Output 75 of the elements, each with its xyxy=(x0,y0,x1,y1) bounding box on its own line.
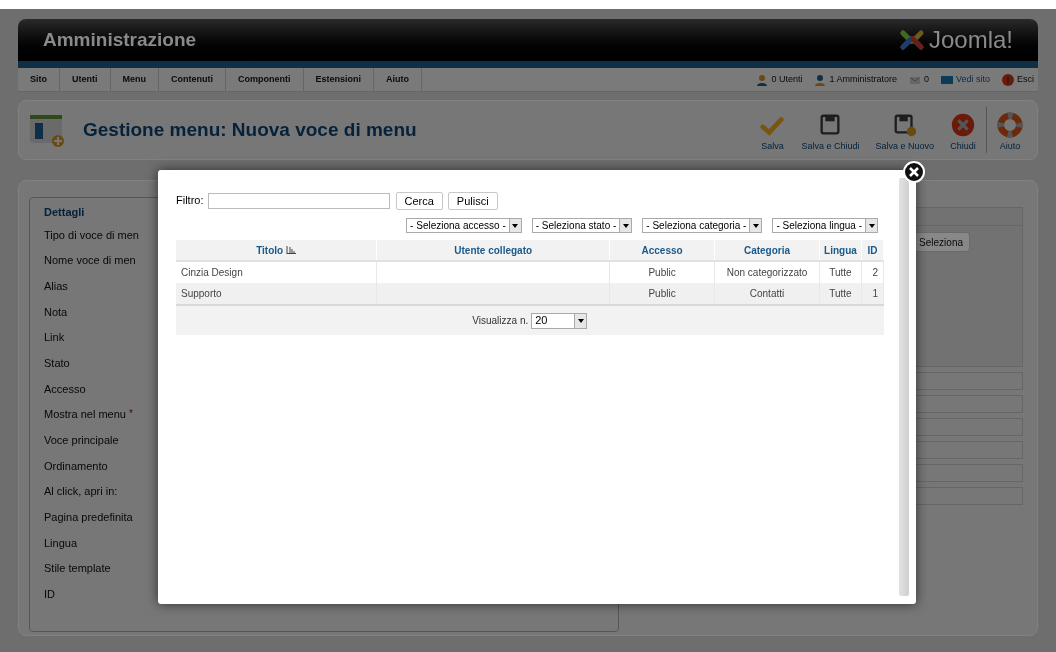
filter-button[interactable]: Cerca xyxy=(395,192,443,210)
menu-item[interactable]: Menu xyxy=(110,68,159,91)
status-link[interactable]: Vedi sito xyxy=(955,72,990,87)
field-label: Al click, apri in: xyxy=(44,484,118,500)
pagination-label: Visualizza n. xyxy=(472,314,529,328)
screen-icon xyxy=(940,73,953,86)
menu-item[interactable]: Utenti xyxy=(60,68,111,91)
column-header[interactable]: Categoria xyxy=(743,242,791,258)
page-title: Gestione menu: Nuova voce di menu xyxy=(83,117,417,142)
logo-text: Joomla! xyxy=(928,25,1013,55)
table-cell: Non categorizzato xyxy=(726,267,808,278)
toolbar-button[interactable]: Salva xyxy=(751,107,794,153)
table-cell: 2 xyxy=(872,267,878,278)
table-cell: Contatti xyxy=(749,288,785,299)
logo-icon xyxy=(900,30,924,50)
filter-field[interactable] xyxy=(207,193,390,209)
field-label: Voce principale xyxy=(44,433,119,448)
column-header[interactable]: Accesso xyxy=(641,242,683,258)
menu-item[interactable]: Componenti xyxy=(226,68,304,91)
caret-icon xyxy=(622,223,629,228)
toolbar-button[interactable]: Chiudi xyxy=(942,107,984,153)
status-link[interactable]: 1 Amministratore xyxy=(829,72,897,87)
lifebuoy-icon xyxy=(997,111,1023,138)
row-title-link[interactable]: Cinzia Design xyxy=(181,267,243,278)
field-label: Accesso xyxy=(44,381,86,397)
caret-icon xyxy=(868,223,875,228)
field-label: Pagina predefinita xyxy=(44,510,133,526)
user-icon xyxy=(814,73,827,86)
field-label: Alias xyxy=(44,278,68,294)
field-label: ID xyxy=(44,587,55,603)
field-label: Tipo di voce di men xyxy=(44,227,139,243)
table-cell: Tutte xyxy=(829,267,852,278)
status-link[interactable]: Esci xyxy=(1017,72,1034,87)
caret-icon xyxy=(512,223,519,228)
field-label: Ordinamento xyxy=(44,458,108,474)
menu-item[interactable]: Sito xyxy=(18,68,60,91)
toolbar-button[interactable]: Aiuto xyxy=(986,107,1031,153)
column-header[interactable]: ID xyxy=(867,242,878,258)
table-cell: 1 xyxy=(872,288,878,299)
page-size-select[interactable]: 20 xyxy=(531,312,588,329)
status-link[interactable]: 0 Utenti xyxy=(771,72,803,87)
filter-select[interactable]: - Seleziona stato - xyxy=(531,218,633,233)
filter-button[interactable]: Pulisci xyxy=(447,192,498,210)
menu-item[interactable]: Aiuto xyxy=(374,68,422,91)
table-cell: Tutte xyxy=(829,288,852,299)
menu-item[interactable]: Estensioni xyxy=(303,68,374,91)
column-header[interactable]: Titolo xyxy=(256,242,297,258)
caret-icon xyxy=(577,318,584,323)
field-label: Stile template xyxy=(44,561,111,577)
toolbar-button[interactable]: Salva e Nuovo xyxy=(867,107,942,153)
scrollbar[interactable] xyxy=(899,178,909,596)
exit-icon xyxy=(1002,73,1014,86)
table-cell: Public xyxy=(648,288,676,299)
column-header[interactable]: Lingua xyxy=(824,242,857,258)
caret-icon xyxy=(752,223,759,228)
table-cell: Public xyxy=(648,267,676,278)
user-icon xyxy=(756,73,769,86)
required-mark: * xyxy=(128,407,133,422)
field-label: Lingua xyxy=(44,535,78,551)
admin-title: Amministrazione xyxy=(43,27,197,52)
row-title-link[interactable]: Supporto xyxy=(181,288,222,299)
menu-item-icon xyxy=(29,112,65,148)
status-link[interactable]: 0 xyxy=(923,72,929,87)
field-label: Nome voce di men xyxy=(44,253,136,269)
toolbar-button[interactable]: Salva e Chiudi xyxy=(793,107,868,153)
close-circle-icon xyxy=(950,111,976,138)
filter-select[interactable]: - Seleziona categoria - xyxy=(642,218,763,233)
filter-select[interactable]: - Seleziona lingua - xyxy=(772,218,878,233)
field-label: Nota xyxy=(44,304,68,320)
filter-select[interactable]: - Seleziona accesso - xyxy=(406,218,522,233)
field-label: Stato xyxy=(44,355,70,371)
column-header[interactable]: Utente collegato xyxy=(454,242,533,258)
field-label: Link xyxy=(44,330,65,346)
menu-item[interactable]: Contenuti xyxy=(159,68,226,91)
field-label: Mostra nel menu xyxy=(44,407,126,423)
